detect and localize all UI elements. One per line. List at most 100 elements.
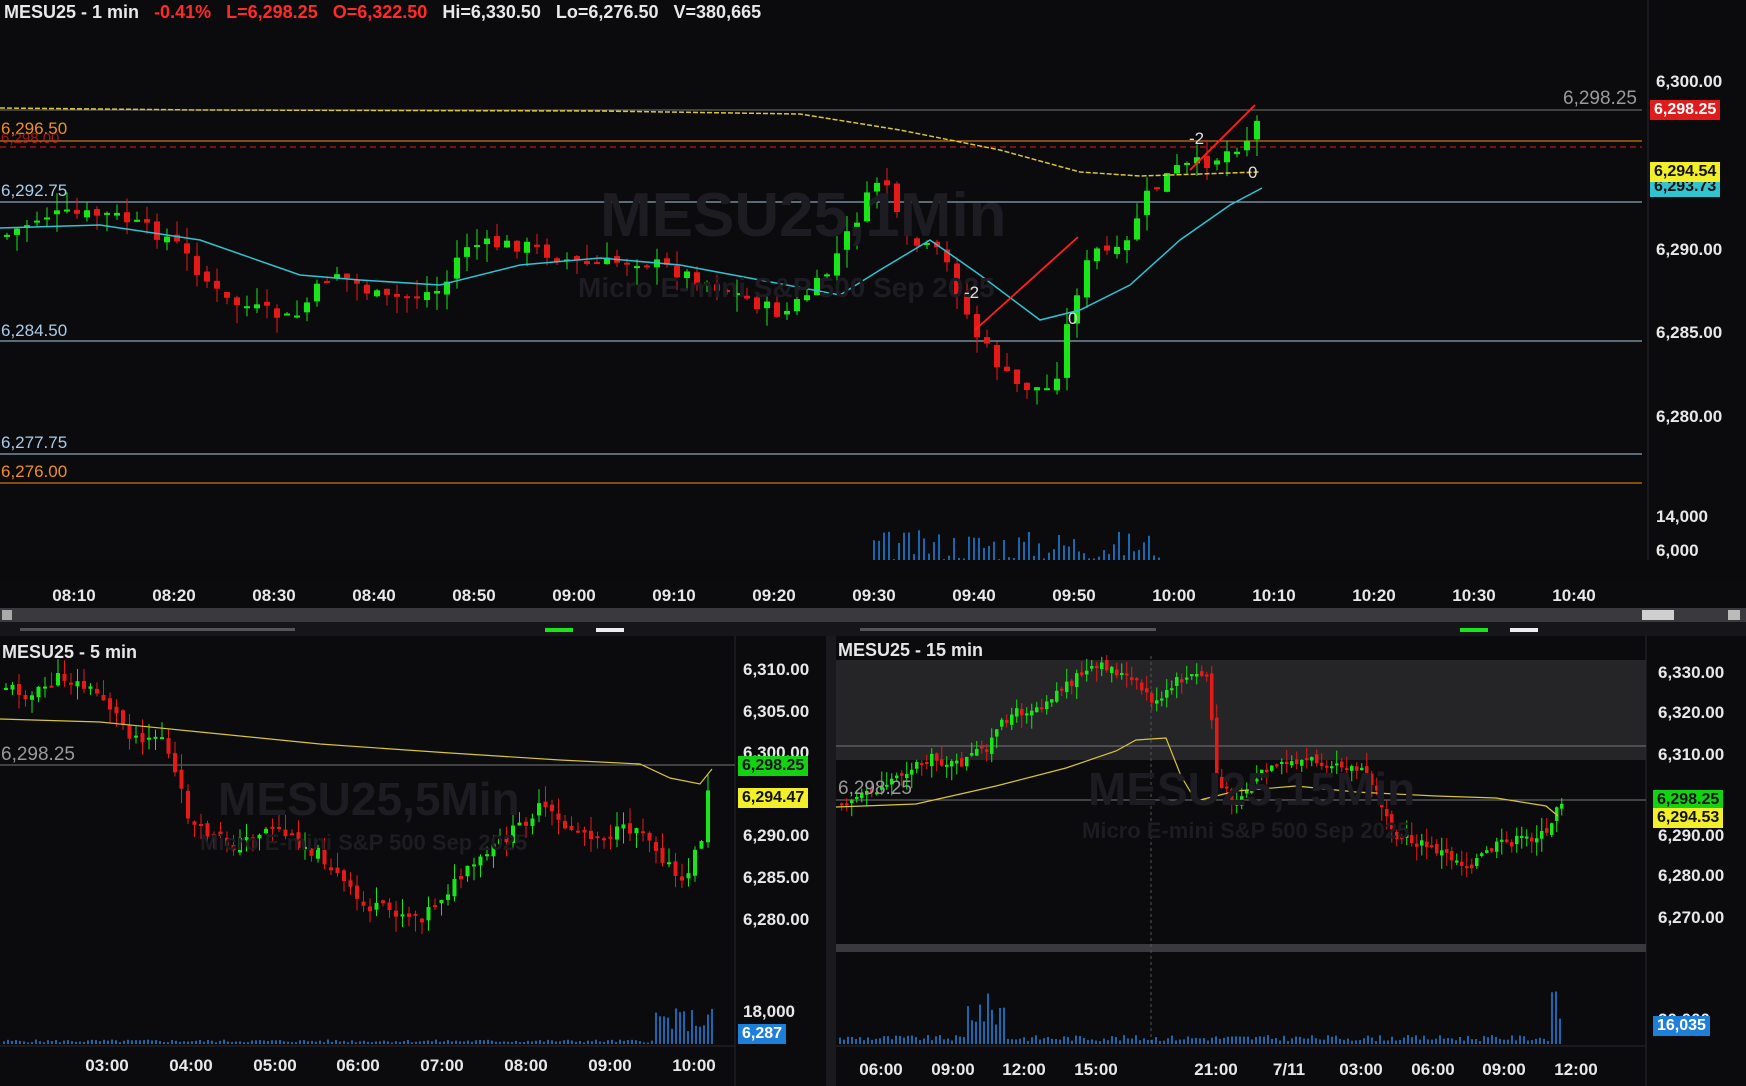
- candle-body: [364, 284, 370, 294]
- candle-body: [1145, 688, 1149, 693]
- high-value: Hi=6,330.50: [442, 2, 541, 22]
- candle-body: [114, 706, 119, 714]
- tab-indicator[interactable]: [545, 628, 573, 632]
- candle-body: [264, 301, 270, 306]
- tab-indicator[interactable]: [1460, 628, 1488, 632]
- scroll-left-arrow[interactable]: [2, 610, 12, 620]
- candle-body: [314, 283, 320, 302]
- bl-volume-tag: 6,287: [738, 1024, 787, 1044]
- main-scrollbar[interactable]: [0, 608, 1746, 622]
- candle-body: [524, 241, 530, 253]
- candle-body: [1540, 830, 1544, 839]
- candle-body: [984, 337, 990, 344]
- bl-volume-axis-label: 18,000: [743, 1002, 795, 1021]
- candle-body: [43, 686, 47, 689]
- time-tick: 08:10: [52, 586, 96, 605]
- main-header: MESU25 - 1 min -0.41% L=6,298.25 O=6,322…: [4, 2, 761, 23]
- candle-body: [1435, 843, 1439, 854]
- chart-15min-panel[interactable]: MESU25,15Min Micro E-mini S&P 500 Sep 20…: [836, 636, 1746, 1086]
- tab-indicator[interactable]: [20, 628, 295, 631]
- pane-splitter[interactable]: [826, 636, 836, 1086]
- candle-body: [524, 821, 528, 826]
- candle-body: [62, 673, 67, 681]
- scroll-right-arrow[interactable]: [1728, 610, 1740, 620]
- candle-body: [1310, 757, 1314, 761]
- candle-body: [30, 695, 34, 700]
- candle-body: [537, 803, 541, 816]
- candle-body: [454, 257, 460, 279]
- chart-5min-canvas[interactable]: [0, 636, 826, 1086]
- br-watermark: MESU25,15Min: [1088, 763, 1416, 815]
- candle-body: [1224, 151, 1230, 163]
- candle-body: [594, 262, 600, 265]
- candle-body: [504, 240, 510, 248]
- candle-body: [199, 824, 203, 827]
- candle-body: [394, 910, 398, 917]
- br-volume-tag: 16,035: [1653, 1016, 1710, 1036]
- candle-body: [1065, 681, 1069, 693]
- scroll-thumb[interactable]: [1642, 610, 1674, 620]
- candle-body: [985, 749, 989, 752]
- time-tick: 09:00: [552, 586, 596, 605]
- session-highlight: [836, 660, 1646, 760]
- candle-body: [34, 220, 40, 223]
- candle-body: [274, 308, 280, 318]
- br-last-price-tag: 6,298.25: [1653, 790, 1724, 810]
- candle-body: [144, 219, 150, 223]
- pct-change: -0.41%: [154, 2, 212, 22]
- tab-indicator[interactable]: [1510, 628, 1538, 632]
- candle-body: [36, 686, 41, 698]
- candle-body: [1084, 260, 1090, 298]
- candle-body: [556, 813, 561, 820]
- candle-body: [1205, 674, 1209, 677]
- candle-body: [563, 821, 567, 829]
- bl-time-tick: 04:00: [169, 1056, 213, 1075]
- candle-body: [1020, 708, 1024, 716]
- candle-body: [464, 247, 470, 257]
- candle-body: [910, 769, 914, 775]
- chart-5min-panel[interactable]: MESU25,5Min Micro E-mini S&P 500 Sep 202…: [0, 636, 826, 1086]
- candle-body: [1505, 839, 1509, 843]
- candle-body: [1024, 382, 1030, 390]
- candle-body: [474, 245, 480, 248]
- vwap-line: [0, 107, 1261, 177]
- chart-15min-canvas[interactable]: [836, 636, 1746, 1086]
- candle-body: [64, 209, 70, 212]
- candle-body: [166, 738, 171, 754]
- candle-body: [1125, 673, 1129, 676]
- candle-body: [1450, 850, 1454, 861]
- bl-time-tick: 09:00: [588, 1056, 632, 1075]
- tab-indicator[interactable]: [596, 628, 624, 632]
- candle-body: [1170, 688, 1174, 691]
- candle-body: [845, 803, 849, 806]
- bl-last-price-tag: 6,298.25: [738, 756, 809, 776]
- candle-body: [660, 847, 665, 863]
- candle-body: [1480, 853, 1484, 856]
- candle-body: [654, 842, 658, 852]
- main-chart-panel[interactable]: MESU25,1Min Micro E-mini S&P 500 Sep 202…: [0, 0, 1746, 560]
- panel-divider[interactable]: [0, 622, 1746, 636]
- candle-body: [641, 831, 645, 834]
- candle-body: [1100, 662, 1104, 670]
- bl-time-tick: 08:00: [504, 1056, 548, 1075]
- candle-body: [935, 753, 939, 761]
- time-tick: 09:50: [1052, 586, 1096, 605]
- annotation-label: 0: [1068, 309, 1078, 328]
- time-tick: 08:30: [252, 586, 296, 605]
- candle-body: [1210, 673, 1214, 721]
- candle-body: [420, 918, 424, 923]
- candle-body: [192, 821, 197, 825]
- candle-body: [1560, 803, 1564, 809]
- candle-body: [784, 310, 790, 315]
- candle-body: [1535, 838, 1539, 843]
- candle-body: [930, 753, 934, 767]
- candle-body: [693, 849, 697, 876]
- candle-body: [1130, 677, 1134, 681]
- tab-indicator[interactable]: [860, 628, 1156, 631]
- candle-body: [404, 296, 410, 299]
- candle-body: [484, 238, 490, 245]
- candle-body: [1410, 835, 1414, 843]
- level-label-6292-75: 6,292.75: [1, 181, 68, 200]
- br-price-axis-label: 6,280.00: [1658, 866, 1725, 885]
- candle-body: [400, 914, 405, 917]
